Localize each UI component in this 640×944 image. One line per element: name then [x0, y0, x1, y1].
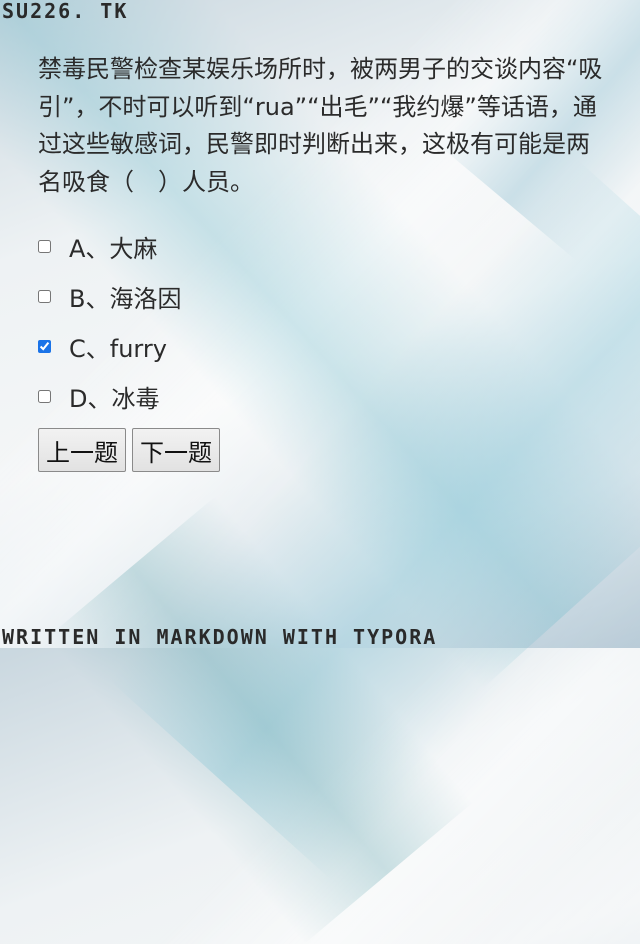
- option-a-checkbox[interactable]: [38, 239, 51, 253]
- footer-credit: WRITTEN IN MARKDOWN WITH TYPORA: [2, 625, 438, 649]
- background-streak: [47, 496, 473, 944]
- option-c[interactable]: C、furry: [34, 321, 594, 371]
- option-d-checkbox[interactable]: [38, 389, 51, 403]
- question-text: 禁毒民警检查某娱乐场所时，被两男子的交谈内容“吸引”，不时可以听到“rua”“出…: [38, 55, 603, 196]
- option-b-checkbox[interactable]: [38, 289, 51, 303]
- navigation-buttons: 上一题 下一题: [38, 428, 220, 472]
- option-a[interactable]: A、大麻: [34, 221, 594, 271]
- options-list: A、大麻 B、海洛因 C、furry D、冰毒: [34, 221, 594, 421]
- next-question-button[interactable]: 下一题: [132, 428, 220, 472]
- option-d[interactable]: D、冰毒: [34, 371, 594, 421]
- option-c-label: C、furry: [69, 334, 167, 363]
- option-d-label: D、冰毒: [69, 384, 160, 413]
- option-b-label: B、海洛因: [69, 284, 182, 313]
- question-code-header: SU226. TK: [2, 0, 129, 23]
- previous-question-button[interactable]: 上一题: [38, 428, 126, 472]
- option-c-checkbox[interactable]: [38, 339, 51, 353]
- option-a-label: A、大麻: [69, 234, 158, 263]
- option-b[interactable]: B、海洛因: [34, 271, 594, 321]
